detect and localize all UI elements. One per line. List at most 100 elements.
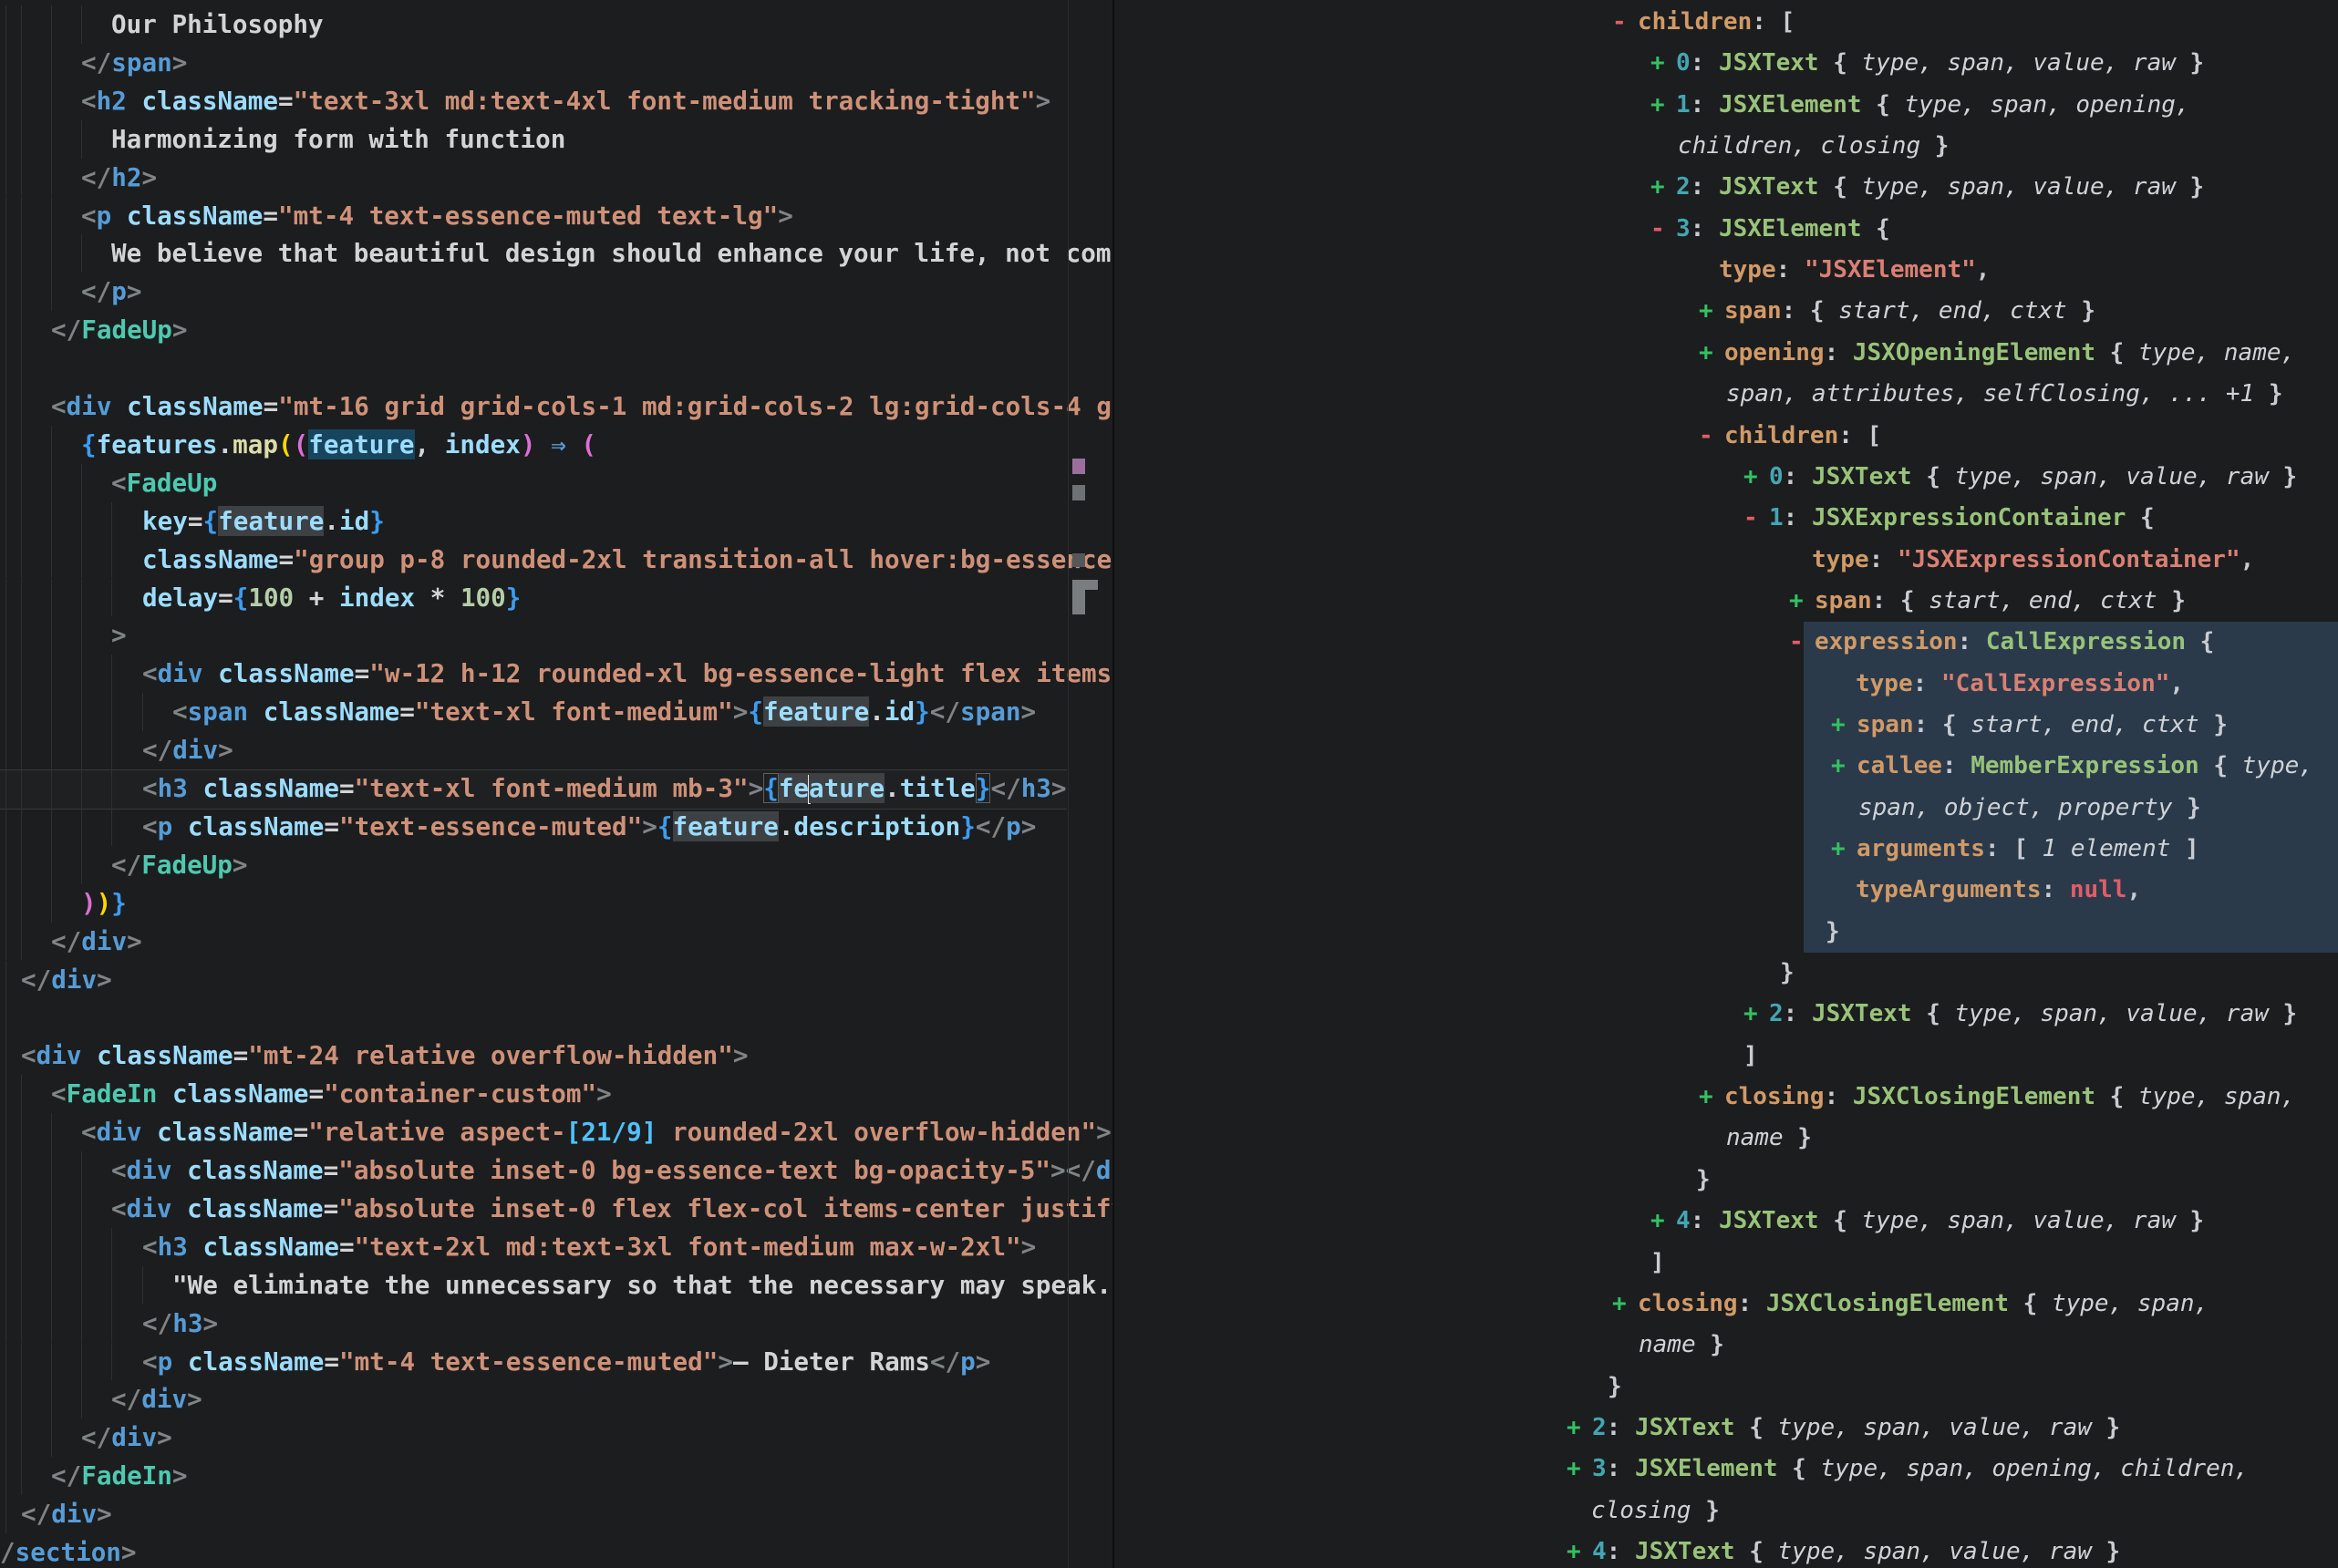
expand-icon[interactable]: +	[1567, 1449, 1592, 1490]
code-line[interactable]: >	[111, 616, 127, 655]
ast-row[interactable]: +1: JSXElement { type, span, opening,	[1650, 85, 2190, 126]
expand-icon[interactable]: +	[1567, 1408, 1592, 1449]
code-line[interactable]: </span>	[81, 44, 187, 82]
collapse-icon[interactable]: -	[1743, 498, 1769, 539]
ast-tree-pane[interactable]: -children: [+0: JSXText { type, span, va…	[1114, 0, 2338, 1568]
code-line[interactable]: </FadeUp>	[111, 846, 248, 884]
code-line[interactable]: </h2>	[81, 159, 157, 197]
code-line[interactable]: <h3 className="text-xl font-medium mb-3"…	[142, 769, 1067, 808]
code-line[interactable]: We believe that beautiful design should …	[111, 234, 1112, 273]
ast-row[interactable]: +arguments: [ 1 element ]	[1831, 829, 2199, 870]
ast-row[interactable]: +3: JSXElement { type, span, opening, ch…	[1567, 1449, 2249, 1490]
code-line[interactable]: "We eliminate the unnecessary so that th…	[172, 1266, 1112, 1305]
ast-row[interactable]: typeArguments: null,	[1856, 870, 2141, 911]
code-line[interactable]: <div className="relative aspect-[21/9] r…	[81, 1113, 1112, 1151]
ast-row[interactable]: name }	[1639, 1325, 1724, 1366]
expand-icon[interactable]: +	[1650, 1201, 1676, 1242]
code-line[interactable]: <h3 className="text-2xl md:text-3xl font…	[142, 1228, 1036, 1266]
code-line[interactable]: <div className="absolute inset-0 flex fl…	[111, 1190, 1112, 1228]
code-line[interactable]: <p className="mt-4 text-essence-muted te…	[81, 197, 793, 235]
expand-icon[interactable]: +	[1789, 581, 1815, 622]
code-line[interactable]: <p className="text-essence-muted">{featu…	[142, 808, 1036, 846]
ast-row[interactable]: +span: { start, end, ctxt }	[1831, 705, 2228, 746]
code-line[interactable]: className="group p-8 rounded-2xl transit…	[142, 541, 1112, 579]
code-line[interactable]: </h3>	[142, 1305, 218, 1343]
collapse-icon[interactable]: -	[1612, 2, 1638, 43]
ast-row[interactable]: }	[1826, 912, 1840, 953]
code-line[interactable]: </div>	[111, 1380, 202, 1418]
expand-icon[interactable]: +	[1650, 85, 1676, 126]
code-line[interactable]: <FadeUp	[111, 464, 217, 502]
code-line[interactable]: </div>	[81, 1418, 172, 1457]
code-line[interactable]: {features.map((feature, index) ⇒ (	[81, 426, 596, 464]
ast-row[interactable]: -expression: CallExpression {	[1789, 622, 2214, 663]
ast-row[interactable]: +span: { start, end, ctxt }	[1699, 291, 2095, 332]
ast-row[interactable]: +span: { start, end, ctxt }	[1789, 581, 2186, 622]
expand-icon[interactable]: +	[1612, 1284, 1638, 1325]
expand-icon[interactable]: +	[1743, 994, 1769, 1035]
ast-row[interactable]: type: "JSXExpressionContainer",	[1812, 540, 2254, 581]
code-line[interactable]: </div>	[21, 961, 112, 999]
ast-row[interactable]: +2: JSXText { type, span, value, raw }	[1743, 994, 2297, 1035]
ast-row[interactable]: +2: JSXText { type, span, value, raw }	[1650, 167, 2204, 208]
ast-row[interactable]: +callee: MemberExpression { type,	[1831, 746, 2313, 787]
code-line[interactable]: </p>	[81, 273, 141, 311]
code-line[interactable]: ))}	[81, 884, 127, 923]
expand-icon[interactable]: +	[1650, 167, 1676, 208]
expand-icon[interactable]: +	[1831, 829, 1857, 870]
code-line[interactable]: /section>	[0, 1533, 137, 1568]
ast-row[interactable]: +0: JSXText { type, span, value, raw }	[1743, 457, 2297, 498]
ast-row[interactable]: +4: JSXText { type, span, value, raw }	[1650, 1201, 2204, 1242]
ast-row[interactable]: }	[1780, 953, 1795, 994]
code-line[interactable]: Harmonizing form with function	[111, 120, 565, 159]
ast-row[interactable]: }	[1696, 1160, 1711, 1201]
expand-icon[interactable]: +	[1650, 43, 1676, 84]
ast-row[interactable]: +2: JSXText { type, span, value, raw }	[1567, 1408, 2120, 1449]
code-line[interactable]: Our Philosophy	[111, 5, 324, 44]
code-line[interactable]: </FadeUp>	[51, 311, 188, 349]
ast-row[interactable]: ]	[1650, 1243, 1665, 1284]
code-line[interactable]: <div className="mt-24 relative overflow-…	[21, 1037, 748, 1075]
ast-row[interactable]: type: "JSXElement",	[1719, 250, 1990, 291]
collapse-icon[interactable]: -	[1789, 622, 1815, 663]
ast-row[interactable]: +opening: JSXOpeningElement { type, name…	[1699, 333, 2295, 374]
ast-row[interactable]: -3: JSXElement {	[1650, 209, 1890, 250]
ast-row[interactable]: children, closing }	[1678, 126, 1949, 167]
ast-row[interactable]: -1: JSXExpressionContainer {	[1743, 498, 2155, 539]
ast-row[interactable]: }	[1608, 1367, 1622, 1408]
ast-row[interactable]: name }	[1726, 1118, 1812, 1159]
code-line[interactable]: <FadeIn className="container-custom">	[51, 1075, 612, 1113]
expand-icon[interactable]: +	[1699, 1077, 1724, 1118]
ast-row[interactable]: span, attributes, selfClosing, ... +1 }	[1726, 374, 2283, 415]
collapse-icon[interactable]: -	[1650, 209, 1676, 250]
code-line[interactable]: <div className="absolute inset-0 bg-esse…	[111, 1151, 1112, 1190]
code-line[interactable]: delay={100 + index * 100}	[142, 579, 521, 617]
code-line[interactable]: key={feature.id}	[142, 502, 385, 541]
code-line[interactable]: <p className="mt-4 text-essence-muted">—…	[142, 1343, 990, 1381]
code-line[interactable]: <span className="text-xl font-medium">{f…	[172, 693, 1036, 731]
code-line[interactable]: </div>	[21, 1495, 112, 1533]
code-line[interactable]: </div>	[142, 731, 233, 769]
code-line[interactable]: </FadeIn>	[51, 1457, 188, 1495]
code-editor-pane[interactable]: Our Philosophy</span><h2 className="text…	[0, 0, 1112, 1568]
expand-icon[interactable]: +	[1743, 457, 1769, 498]
ast-row[interactable]: +0: JSXText { type, span, value, raw }	[1650, 43, 2204, 84]
ast-row[interactable]: span, object, property }	[1858, 788, 2201, 829]
collapse-icon[interactable]: -	[1699, 416, 1724, 457]
expand-icon[interactable]: +	[1699, 291, 1724, 332]
expand-icon[interactable]: +	[1699, 333, 1724, 374]
code-line[interactable]: <div className="w-12 h-12 rounded-xl bg-…	[142, 655, 1112, 693]
ast-row[interactable]: -children: [	[1612, 2, 1795, 43]
expand-icon[interactable]: +	[1567, 1532, 1592, 1568]
expand-icon[interactable]: +	[1831, 746, 1857, 787]
expand-icon[interactable]: +	[1831, 705, 1857, 746]
ast-row[interactable]: +closing: JSXClosingElement { type, span…	[1699, 1077, 2295, 1118]
ast-row[interactable]: +closing: JSXClosingElement { type, span…	[1612, 1284, 2209, 1325]
ast-row[interactable]: +4: JSXText { type, span, value, raw }	[1567, 1532, 2120, 1568]
code-line[interactable]: <h2 className="text-3xl md:text-4xl font…	[81, 82, 1050, 120]
ast-row[interactable]: ]	[1743, 1036, 1758, 1077]
ast-row[interactable]: type: "CallExpression",	[1856, 664, 2184, 705]
ast-row[interactable]: -children: [	[1699, 416, 1881, 457]
code-line[interactable]: </div>	[51, 923, 142, 961]
code-line[interactable]: <div className="mt-16 grid grid-cols-1 m…	[51, 387, 1112, 426]
